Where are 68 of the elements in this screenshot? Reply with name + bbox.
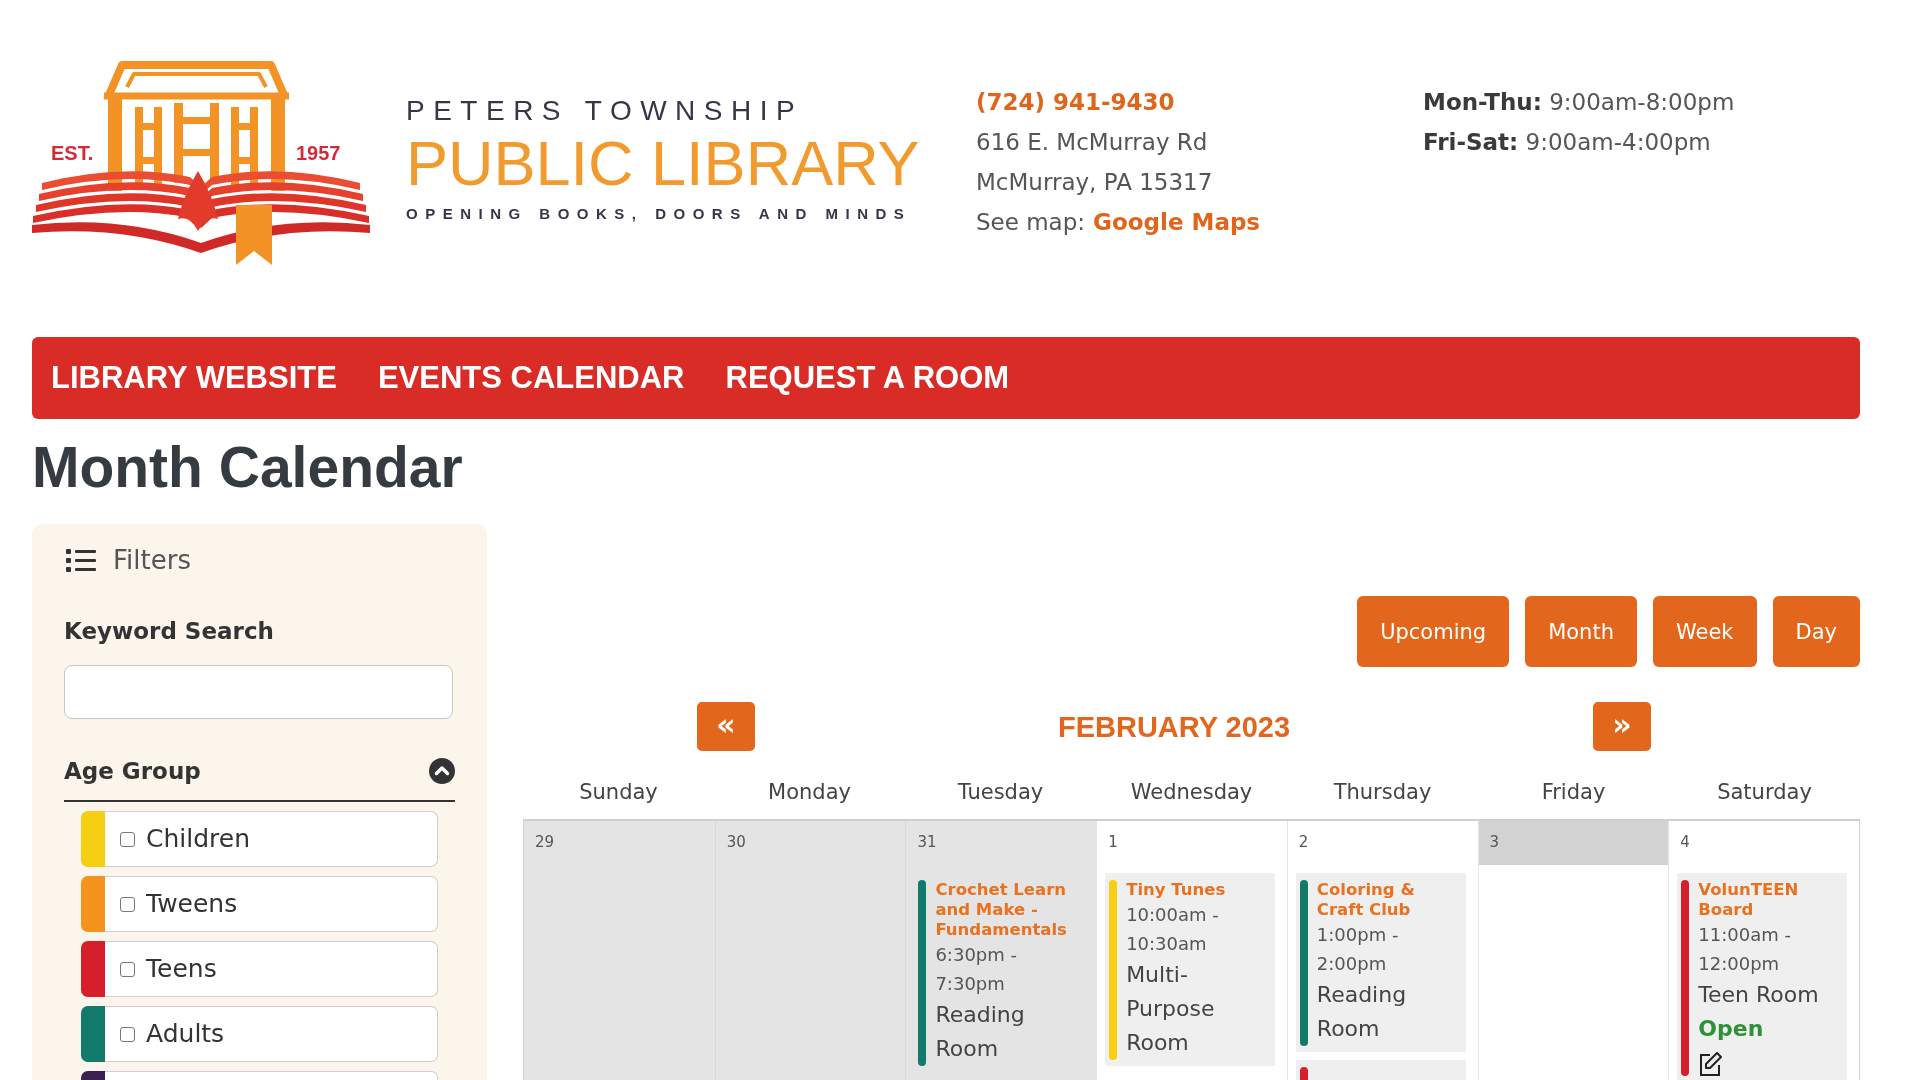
- event-time: 10:00am - 10:30am: [1126, 903, 1220, 956]
- registration-status: Open: [1698, 1015, 1764, 1043]
- filter-option[interactable]: Tweens: [81, 876, 438, 932]
- view-button[interactable]: Month: [1525, 596, 1637, 667]
- option-label: Teens: [146, 954, 217, 984]
- option-label: Adults: [146, 1019, 225, 1049]
- weekday-label: Saturday: [1717, 779, 1812, 806]
- filter-option[interactable]: Adults: [81, 1006, 438, 1062]
- event-title-link[interactable]: Crochet Learn and Make - Fundamentals: [935, 880, 1079, 940]
- keyword-search-field[interactable]: [64, 665, 453, 719]
- keyword-search-label: Keyword Search: [64, 617, 274, 646]
- event-time: 6:30pm - 7:30pm: [935, 943, 1019, 996]
- event-location: Teen Room: [1698, 981, 1819, 1009]
- opening-hours-line: Fri-Sat: 9:00am-4:00pm: [1423, 128, 1711, 157]
- nav-link[interactable]: LIBRARY WEBSITE: [51, 360, 337, 396]
- event-time: 11:00am - 12:00pm: [1698, 923, 1792, 976]
- weekday-label: Tuesday: [957, 779, 1044, 806]
- previous-month-button[interactable]: «: [697, 702, 755, 751]
- day-number: 1: [1108, 833, 1118, 851]
- day-number: 31: [917, 833, 937, 851]
- age-group-toggle[interactable]: Age Group: [64, 746, 455, 802]
- checkbox[interactable]: [120, 961, 135, 977]
- library-name-top: PETERS TOWNSHIP: [406, 94, 805, 128]
- event-location: Multi-Purpose Room: [1126, 961, 1216, 1057]
- filter-option[interactable]: Teens: [81, 941, 438, 997]
- library-name: PUBLIC LIBRARY: [406, 128, 921, 198]
- event-title-link[interactable]: Coloring & Craft Club: [1316, 880, 1460, 920]
- map-label: See map:: [976, 208, 1086, 237]
- filter-option[interactable]: Children: [81, 811, 438, 867]
- opening-hours-line: Mon-Thu: 9:00am-8:00pm: [1423, 88, 1735, 117]
- view-button[interactable]: Day: [1772, 596, 1860, 667]
- view-button[interactable]: Week: [1653, 596, 1757, 667]
- event-location: Reading Room: [935, 1001, 1026, 1063]
- page-title: Month Calendar: [32, 439, 463, 496]
- day-number: 4: [1680, 833, 1690, 851]
- day-number: 30: [726, 833, 746, 851]
- checkbox[interactable]: [120, 831, 135, 847]
- weekday-label: Sunday: [579, 779, 658, 806]
- next-month-button[interactable]: »: [1593, 702, 1651, 751]
- option-label: Tweens: [146, 889, 238, 919]
- day-number: 29: [535, 833, 555, 851]
- weekday-label: Thursday: [1333, 779, 1432, 806]
- month-title: FEBRUARY 2023: [1057, 709, 1291, 745]
- event-time: 1:00pm - 2:00pm: [1316, 923, 1400, 976]
- event-title-link[interactable]: Tiny Tunes: [1126, 880, 1226, 900]
- address-line: McMurray, PA 15317: [976, 168, 1213, 197]
- phone-link[interactable]: (724) 941-9430: [976, 82, 1175, 122]
- nav-link[interactable]: REQUEST A ROOM: [725, 360, 1010, 396]
- view-button[interactable]: Upcoming: [1357, 596, 1510, 667]
- nav-link[interactable]: EVENTS CALENDAR: [377, 360, 685, 396]
- event-location: Reading Room: [1316, 981, 1408, 1043]
- weekday-label: Wednesday: [1130, 779, 1253, 806]
- edit-icon[interactable]: [1698, 1052, 1723, 1076]
- filters-heading: Filters: [113, 544, 191, 576]
- checkbox[interactable]: [120, 1026, 135, 1042]
- event-title-link[interactable]: VolunTEEN Board: [1698, 880, 1841, 920]
- day-number: 3: [1489, 833, 1500, 851]
- address-line: 616 E. McMurray Rd: [976, 128, 1208, 157]
- day-number: 2: [1298, 833, 1309, 851]
- weekday-label: Friday: [1541, 779, 1606, 806]
- checkbox[interactable]: [120, 896, 135, 912]
- library-tagline: OPENING BOOKS, DOORS AND MINDS: [406, 204, 913, 224]
- established-label: EST.: [51, 143, 94, 163]
- list-icon: [66, 547, 96, 573]
- option-label: Children: [146, 824, 251, 854]
- weekday-label: Monday: [768, 779, 851, 806]
- google-maps-link[interactable]: Google Maps: [1093, 202, 1261, 242]
- established-year: 1957: [296, 143, 341, 163]
